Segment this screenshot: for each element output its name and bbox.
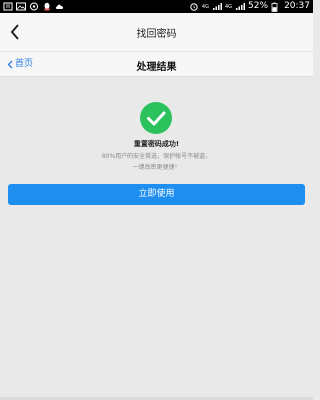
notification-icon [3,2,13,11]
check-circle-icon [140,102,172,134]
network-label-2: 4G [224,3,233,10]
result-description-1: 80%用户的安全首选，保护帐号不被盗， [101,153,212,160]
result-description-2: 一键改密更便捷！ [132,164,181,171]
image-icon [16,2,26,11]
cloud-icon [55,2,65,11]
app-header: 找回密码 [0,13,313,52]
result-title: 重置密码成功! [133,140,180,148]
qq-icon [42,2,52,11]
page-title: 找回密码 [136,29,177,40]
network-label: 4G [201,3,209,10]
battery-percent: 52% [248,1,269,11]
subnav-title: 处理结果 [136,62,177,73]
alarm-icon [189,2,199,11]
browser-icon [29,2,39,11]
battery-icon [271,2,281,12]
use-now-button[interactable]: 立即使用 [8,184,305,205]
signal-icon [212,2,222,11]
clock: 20:37 [284,1,310,11]
status-left [3,2,65,11]
status-bar: 4G 4G 52% 20:37 [0,0,313,13]
sub-navigation: 首页 处理结果 [0,52,313,77]
status-right: 4G 4G 52% 20:37 [189,0,310,13]
signal-icon-2 [235,2,246,11]
